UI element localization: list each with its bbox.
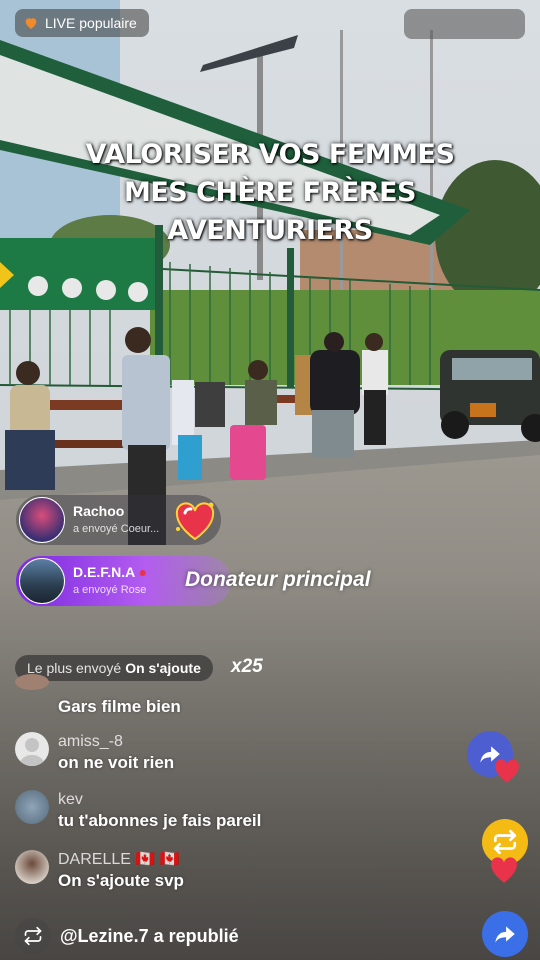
most-sent-label: Le plus envoyé <box>27 660 122 676</box>
gift-sent-label: a envoyé <box>73 584 118 596</box>
republish-user[interactable]: @Lezine.7 <box>60 926 149 946</box>
comment-item[interactable]: kev tu t'abonnes je fais pareil <box>15 790 261 832</box>
comment-item[interactable]: Gars filme bien <box>15 674 181 718</box>
gift-item-name: Coeur... <box>120 523 160 535</box>
heart-gift-icon <box>175 502 215 541</box>
comment-text: Gars filme bien <box>58 697 181 716</box>
comment-username[interactable]: kev <box>58 790 261 810</box>
gift-item-name: Rose <box>120 584 147 596</box>
comment-text: on ne voit rien <box>58 753 175 772</box>
gift-sender-name-text: D.E.F.N.A <box>73 564 135 580</box>
avatar[interactable] <box>19 558 65 604</box>
most-sent-count: x25 <box>231 656 263 677</box>
live-popular-badge[interactable]: LIVE populaire <box>15 9 149 37</box>
repost-icon <box>493 829 517 855</box>
rose-icon: ● <box>138 564 148 580</box>
heart-icon <box>491 857 517 883</box>
comment-username[interactable]: DARELLE 🇨🇦 🇨🇦 <box>58 850 184 870</box>
avatar[interactable] <box>15 790 49 824</box>
gift-sender-name: Rachoo <box>73 503 125 519</box>
heart-icon <box>25 18 37 29</box>
gift-sender-name: D.E.F.N.A ● <box>73 563 147 581</box>
gift-sent-label: a envoyé <box>73 523 118 535</box>
top-donor-label: Donateur principal <box>185 568 371 591</box>
most-sent-value: On s'ajoute <box>125 660 201 676</box>
comment-text: tu t'abonnes je fais pareil <box>58 811 262 830</box>
comment-text: On s'ajoute svp <box>58 871 184 890</box>
republish-action: a republié <box>153 925 239 946</box>
share-arrow-icon <box>495 926 515 943</box>
default-user-icon <box>20 738 44 766</box>
avatar[interactable] <box>15 674 49 690</box>
share-button-bottom[interactable] <box>482 911 528 957</box>
comment-username[interactable]: amiss_-8 <box>58 732 174 752</box>
avatar[interactable] <box>15 732 49 766</box>
repost-icon <box>15 918 51 954</box>
avatar[interactable] <box>19 497 65 543</box>
republish-notice[interactable]: @Lezine.7 a republié <box>15 918 239 954</box>
video-caption-overlay: VALORISER VOS FEMMES MES CHÈRE FRÈRES AV… <box>85 139 455 246</box>
comment-item[interactable]: DARELLE 🇨🇦 🇨🇦 On s'ajoute svp <box>15 850 184 892</box>
heart-icon <box>495 759 519 783</box>
avatar[interactable] <box>15 850 49 884</box>
comment-item[interactable]: amiss_-8 on ne voit rien <box>15 732 174 774</box>
live-badge-label: LIVE populaire <box>45 15 137 31</box>
top-right-pill[interactable] <box>404 9 525 39</box>
